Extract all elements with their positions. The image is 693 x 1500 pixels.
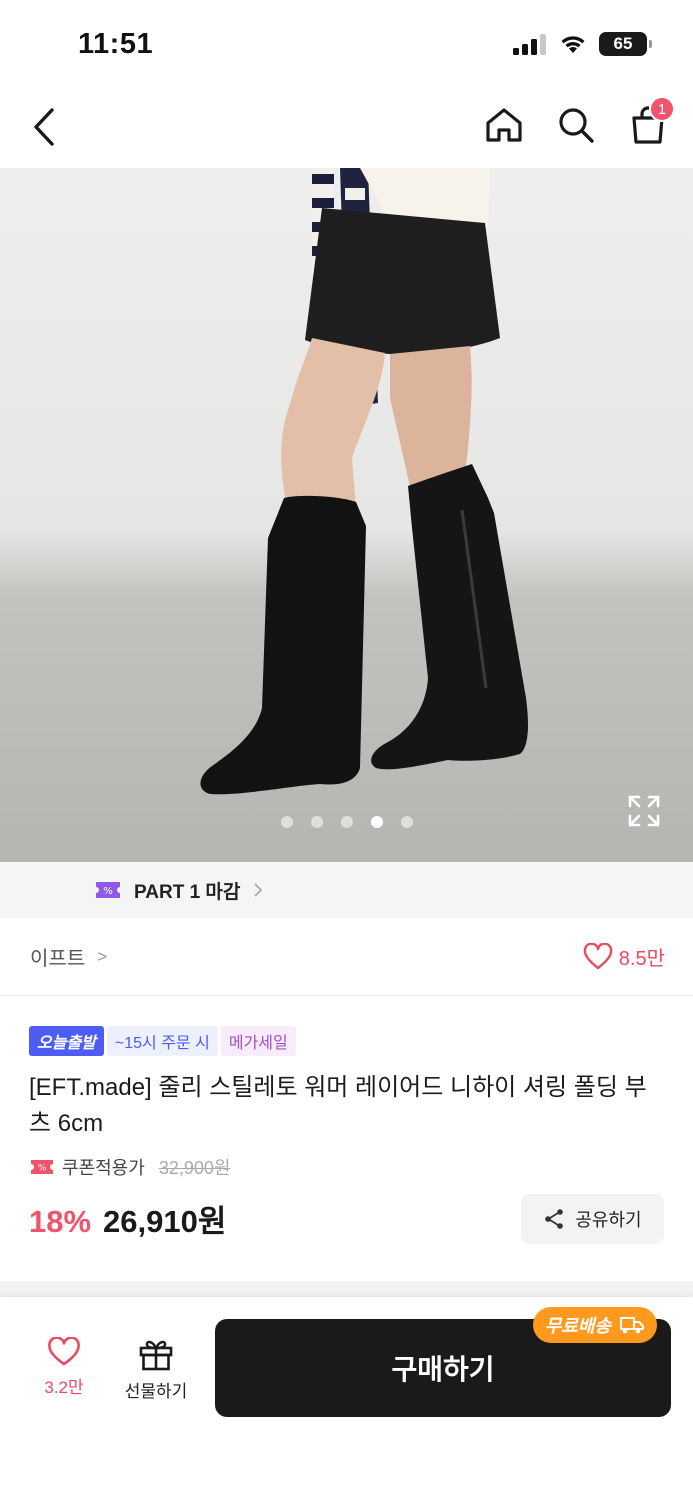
order-cutoff-badge: ~15시 주문 시	[106, 1026, 218, 1056]
wifi-icon	[561, 36, 585, 53]
share-button[interactable]: 공유하기	[521, 1194, 664, 1244]
heart-outline-icon	[583, 942, 613, 969]
promo-label: PART 1 마감	[134, 881, 241, 903]
coupon-ticket-icon: %	[96, 882, 120, 898]
wishlist-count: 3.2만	[44, 1378, 84, 1397]
brand-name: 이프트	[30, 948, 86, 970]
pager-dot[interactable]	[400, 816, 413, 828]
brand-like-count: 8.5만	[618, 948, 665, 970]
section-divider	[0, 1281, 693, 1297]
pager-dot[interactable]	[340, 816, 353, 828]
left-boot-shape	[200, 495, 366, 795]
status-bar: 11:51 65	[0, 0, 693, 90]
today-shipping-badge: 오늘출발	[29, 1026, 104, 1056]
product-photo	[200, 168, 528, 795]
status-icons: 65	[513, 32, 652, 56]
brand-arrow: >	[97, 946, 108, 966]
product-image-gallery[interactable]	[0, 168, 693, 862]
right-leg-shape	[390, 346, 472, 488]
truck-icon	[620, 1317, 644, 1334]
nav-actions: 1	[481, 96, 675, 150]
free-shipping-label: 무료배송	[544, 1316, 611, 1336]
left-leg-shape	[281, 338, 385, 508]
right-boot-shape	[371, 464, 528, 770]
chevron-right-icon	[254, 883, 263, 897]
svg-text:%: %	[38, 1164, 47, 1174]
home-icon	[486, 108, 522, 142]
pager-dot[interactable]	[310, 816, 323, 828]
status-time: 11:51	[78, 28, 154, 60]
expand-icon	[628, 795, 660, 827]
skirt-shape	[305, 208, 500, 355]
gift-label: 선물하기	[124, 1382, 188, 1401]
top-navigation: 1	[0, 90, 693, 168]
brand-link[interactable]: 이프트 >	[30, 942, 107, 971]
coupon-icon: %	[31, 1160, 53, 1174]
bottom-action-bar: 3.2만 선물하기 구매하기 무료배송	[0, 1297, 693, 1500]
original-price: 32,900원	[158, 1158, 231, 1178]
product-badges: 오늘출발 ~15시 주문 시 메가세일	[29, 1026, 296, 1056]
search-icon	[559, 108, 594, 143]
gift-button[interactable]: 선물하기	[116, 1337, 196, 1402]
cart-count-badge: 1	[649, 96, 675, 122]
buy-label: 구매하기	[391, 1354, 495, 1385]
fullscreen-button[interactable]	[627, 794, 661, 828]
brand-like-button[interactable]: 8.5만	[583, 942, 665, 971]
sale-price: 26,910원	[103, 1204, 227, 1239]
free-shipping-badge: 무료배송	[532, 1307, 657, 1343]
wishlist-button[interactable]: 3.2만	[32, 1337, 96, 1398]
promo-banner[interactable]: % PART 1 마감	[0, 862, 693, 918]
coupon-price-line: % 쿠폰적용가 32,900원	[30, 1154, 230, 1180]
share-label: 공유하기	[575, 1210, 642, 1230]
back-button[interactable]	[22, 102, 66, 152]
price-line: 18% 26,910원	[29, 1196, 226, 1241]
discount-rate: 18%	[29, 1204, 92, 1239]
product-info: 오늘출발 ~15시 주문 시 메가세일 [EFT.made] 줄리 스틸레토 워…	[0, 996, 693, 1281]
gift-icon	[139, 1340, 173, 1371]
battery-indicator: 65	[599, 32, 652, 56]
pager-dot-active[interactable]	[370, 816, 383, 828]
cart-button[interactable]: 1	[625, 96, 675, 150]
cellular-signal-icon	[513, 34, 546, 55]
share-icon	[545, 1209, 564, 1229]
svg-text:%: %	[103, 886, 113, 897]
home-button[interactable]	[481, 100, 527, 150]
brand-row: 이프트 > 8.5만	[0, 918, 693, 996]
image-pager-dots	[0, 816, 693, 828]
heart-outline-icon	[48, 1337, 80, 1366]
chevron-left-icon	[34, 108, 54, 146]
product-title: [EFT.made] 줄리 스틸레토 워머 레이어드 니하이 셔링 폴딩 부츠 …	[29, 1074, 647, 1137]
mega-sale-badge: 메가세일	[220, 1026, 296, 1056]
search-button[interactable]	[553, 100, 599, 150]
pager-dot[interactable]	[280, 816, 293, 828]
coupon-applied-label: 쿠폰적용가	[62, 1158, 145, 1178]
